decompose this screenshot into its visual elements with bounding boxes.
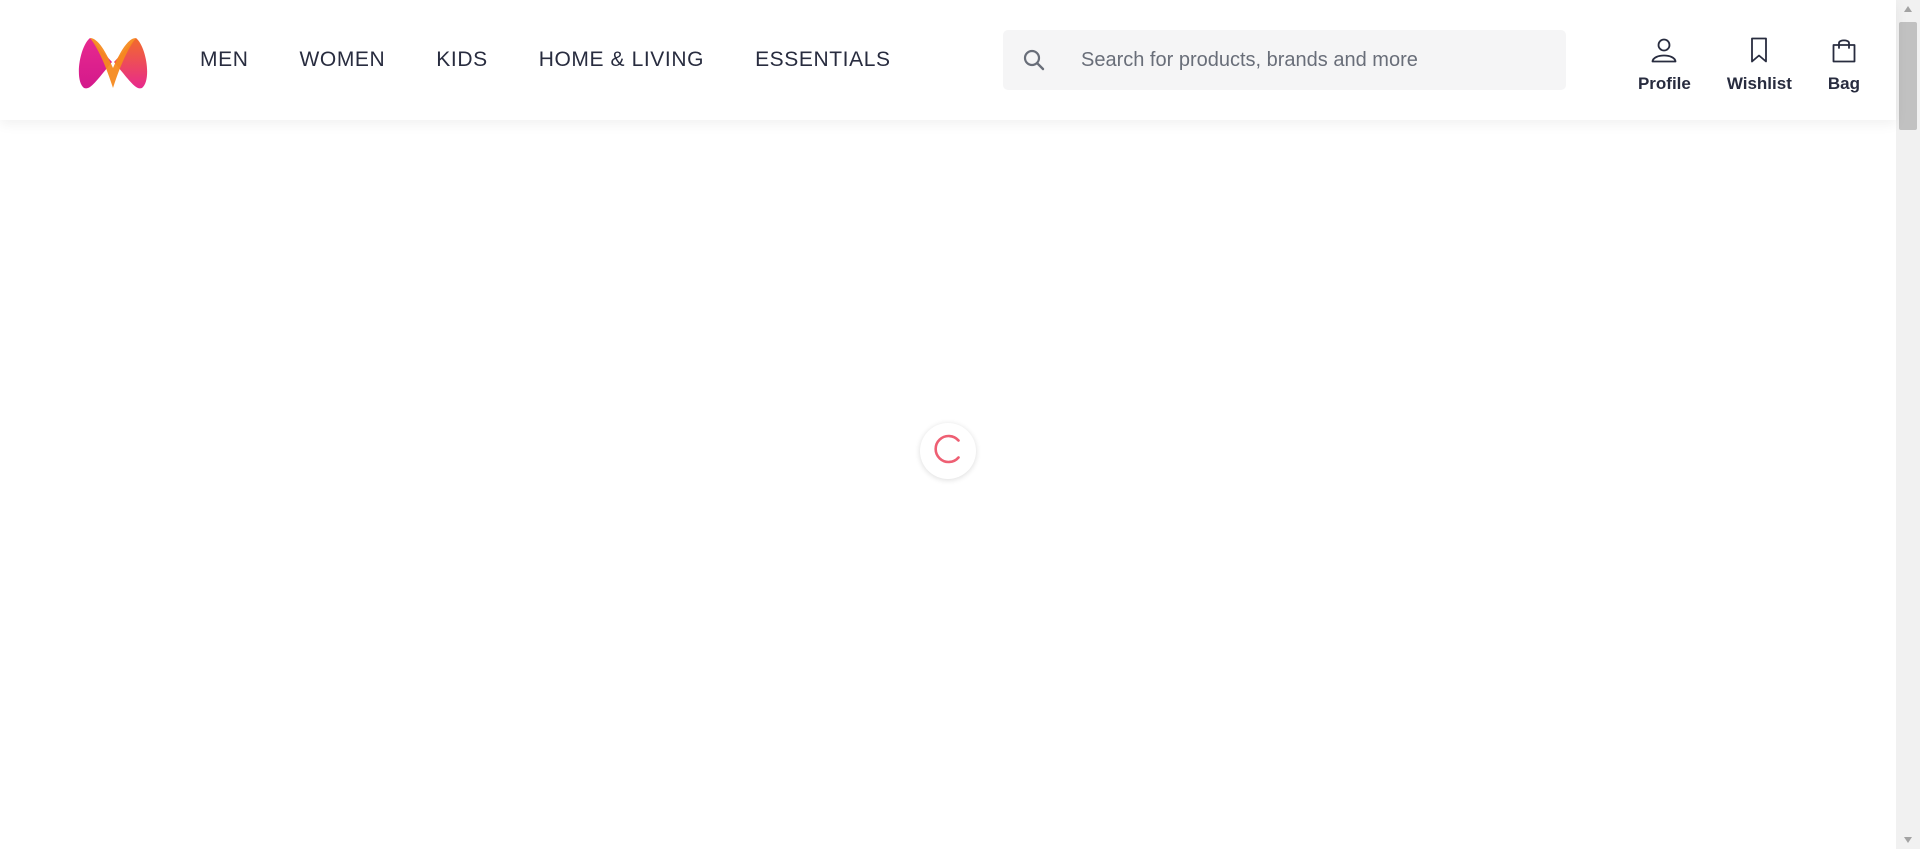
- header-actions: Profile Wishlist Bag: [1602, 36, 1860, 94]
- bag-label: Bag: [1827, 74, 1860, 93]
- page: MEN WOMEN KIDS HOME & LIVING ESSENTIALS: [0, 0, 1896, 849]
- scroll-up-arrow-icon[interactable]: [1896, 0, 1920, 18]
- wishlist-label: Wishlist: [1726, 74, 1792, 93]
- nav-item-men[interactable]: MEN: [200, 48, 248, 72]
- site-header: MEN WOMEN KIDS HOME & LIVING ESSENTIALS: [0, 0, 1896, 120]
- scrollbar-thumb[interactable]: [1899, 22, 1917, 130]
- bookmark-icon: [1745, 36, 1773, 69]
- search-icon[interactable]: [1003, 30, 1065, 90]
- profile-icon: [1650, 36, 1678, 69]
- wishlist-button[interactable]: Wishlist: [1727, 36, 1792, 94]
- main-nav: MEN WOMEN KIDS HOME & LIVING ESSENTIALS: [200, 0, 942, 120]
- browser-viewport: MEN WOMEN KIDS HOME & LIVING ESSENTIALS: [0, 0, 1920, 849]
- scroll-down-arrow-icon[interactable]: [1896, 831, 1920, 849]
- nav-item-women[interactable]: WOMEN: [299, 48, 385, 72]
- nav-item-kids[interactable]: KIDS: [436, 48, 487, 72]
- search-bar: [1003, 30, 1566, 90]
- bag-icon: [1830, 36, 1858, 69]
- nav-item-essentials[interactable]: ESSENTIALS: [755, 48, 891, 72]
- profile-label: Profile: [1637, 74, 1691, 93]
- profile-button[interactable]: Profile: [1638, 36, 1691, 94]
- vertical-scrollbar[interactable]: [1896, 0, 1920, 849]
- search-input[interactable]: [1065, 40, 1551, 80]
- myntra-logo[interactable]: [76, 36, 150, 90]
- loading-spinner-icon: [930, 431, 966, 472]
- bag-button[interactable]: Bag: [1828, 36, 1860, 94]
- loading-spinner: [920, 423, 976, 479]
- nav-item-home-living[interactable]: HOME & LIVING: [539, 48, 704, 72]
